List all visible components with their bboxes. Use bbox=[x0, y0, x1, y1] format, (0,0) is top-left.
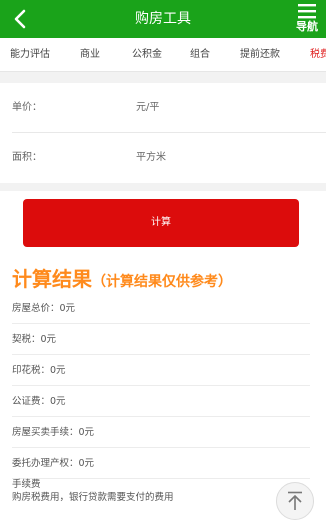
tab-taxes-fees[interactable]: 税费 bbox=[310, 38, 326, 71]
input-form: 单价： 元/平 面积： 平方米 bbox=[0, 83, 326, 183]
tab-combined-loan[interactable]: 组合 bbox=[190, 38, 210, 71]
fee-description: 购房税费用，银行贷款需要支付的费用 bbox=[12, 492, 174, 503]
tab-commercial-loan[interactable]: 商业 bbox=[80, 38, 100, 71]
top-bar: 购房工具 导航 bbox=[0, 0, 326, 38]
area-row: 面积： 平方米 bbox=[0, 133, 326, 183]
tab-prepayment[interactable]: 提前还款 bbox=[240, 38, 280, 71]
result-row-transaction-fee: 房屋买卖手续：0元 bbox=[12, 417, 310, 448]
result-title: 计算结果（计算结果仅供参考） bbox=[12, 263, 232, 292]
tab-ability-assessment[interactable]: 能力评估 bbox=[10, 38, 50, 71]
page-title: 购房工具 bbox=[135, 11, 191, 27]
result-card: 计算 计算结果（计算结果仅供参考） 房屋总价：0元 契税：0元 印花税：0元 公… bbox=[0, 191, 326, 521]
unit-price-row: 单价： 元/平 bbox=[0, 83, 326, 133]
fee-label: 手续费 bbox=[12, 479, 41, 490]
result-row-deed-tax: 契税：0元 bbox=[12, 324, 310, 355]
result-heading: 计算结果 bbox=[12, 267, 92, 291]
result-row-total-price: 房屋总价：0元 bbox=[12, 293, 310, 324]
fee-block: 手续费 购房税费用，银行贷款需要支付的费用 bbox=[12, 478, 272, 504]
result-row-stamp-tax: 印花税：0元 bbox=[12, 355, 310, 386]
unit-price-input[interactable] bbox=[70, 97, 130, 119]
tab-provident-fund[interactable]: 公积金 bbox=[132, 38, 162, 71]
tool-tabs: 能力评估 商业 公积金 组合 提前还款 税费 bbox=[0, 38, 326, 72]
arrow-up-icon bbox=[288, 491, 302, 510]
unit-price-label: 单价： bbox=[12, 102, 42, 113]
back-to-top-button[interactable] bbox=[276, 482, 314, 520]
result-disclaimer: （计算结果仅供参考） bbox=[92, 274, 232, 290]
result-row-title-transfer: 委托办理产权：0元 bbox=[12, 448, 310, 479]
nav-label: 导航 bbox=[296, 20, 318, 33]
calculate-button[interactable]: 计算 bbox=[23, 199, 299, 247]
result-row-notary-fee: 公证费：0元 bbox=[12, 386, 310, 417]
area-label: 面积： bbox=[12, 152, 42, 163]
area-unit: 平方米 bbox=[136, 152, 166, 163]
unit-price-unit: 元/平 bbox=[136, 102, 160, 113]
area-input[interactable] bbox=[70, 147, 130, 169]
hamburger-menu-icon bbox=[298, 4, 316, 19]
nav-menu-button[interactable]: 导航 bbox=[292, 2, 322, 38]
